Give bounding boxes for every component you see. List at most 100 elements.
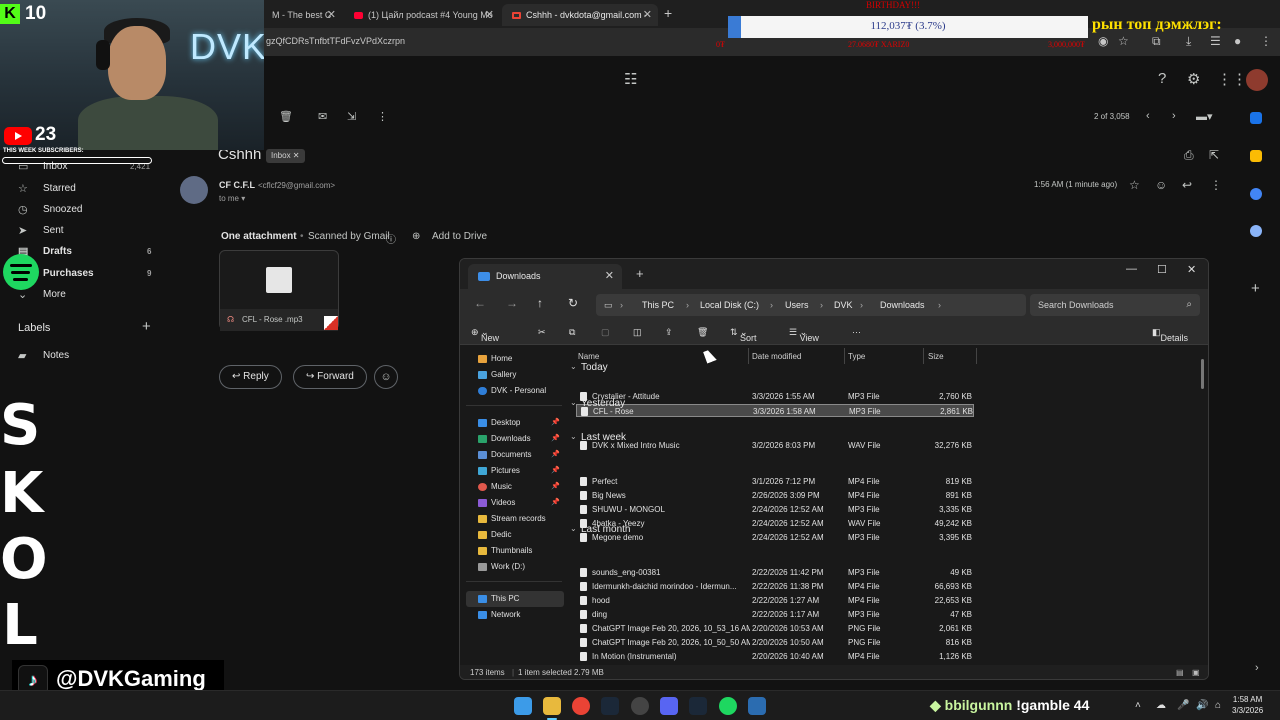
file-row[interactable]: DVK x Mixed Intro Music 3/2/2026 8:03 PM W… bbox=[576, 439, 974, 452]
crumb[interactable]: Local Disk (C:) bbox=[700, 294, 759, 316]
kebab-menu-icon[interactable]: ⋮ bbox=[1260, 34, 1272, 48]
star-icon[interactable]: ☆ bbox=[1118, 34, 1129, 48]
crumb[interactable]: DVK bbox=[834, 294, 853, 316]
input-tools-icon[interactable]: ▬▾ bbox=[1196, 110, 1213, 123]
nav-work-drive[interactable]: Work (D:) bbox=[466, 559, 564, 575]
forward-icon[interactable]: → bbox=[506, 296, 518, 310]
paste-icon[interactable]: ▢ bbox=[601, 327, 610, 338]
info-icon[interactable]: ⓘ bbox=[386, 231, 396, 246]
file-row[interactable]: Perfect 3/1/2026 7:12 PM MP4 File 819 KB bbox=[576, 475, 974, 488]
contacts-icon[interactable] bbox=[1250, 225, 1262, 237]
help-icon[interactable]: ? bbox=[1158, 70, 1166, 87]
chrome-icon[interactable] bbox=[572, 697, 590, 715]
file-row[interactable]: Big News 2/26/2026 3:09 PM MP4 File 891 KB bbox=[576, 489, 974, 502]
add-to-drive-icon[interactable]: ⊕ bbox=[412, 231, 420, 242]
older-icon[interactable]: › bbox=[1172, 110, 1176, 122]
forward-button[interactable]: ↪ Forward bbox=[293, 365, 367, 389]
new-tab-button[interactable]: + bbox=[636, 266, 644, 281]
emoji-react-button[interactable]: ☺ bbox=[374, 365, 398, 389]
up-icon[interactable]: ↑ bbox=[537, 296, 543, 310]
pin-icon[interactable]: 📌 bbox=[551, 479, 560, 495]
chevron-up-icon[interactable]: ˄ bbox=[1135, 700, 1141, 711]
inbox-label-chip[interactable]: Inbox ✕ bbox=[266, 149, 305, 163]
add-label-button[interactable]: + bbox=[142, 318, 151, 335]
nav-gallery[interactable]: Gallery bbox=[466, 367, 564, 383]
file-row[interactable]: In Motion (Instrumental) 2/20/2026 10:40 … bbox=[576, 650, 974, 663]
nav-dedic[interactable]: Dedic bbox=[466, 527, 564, 543]
tasks-icon[interactable] bbox=[1250, 188, 1262, 200]
emoji-icon[interactable]: ☺ bbox=[1155, 178, 1167, 192]
system-clock[interactable]: 1:58 AM 3/3/2026 bbox=[1232, 694, 1263, 716]
new-tab-button[interactable]: + bbox=[664, 5, 672, 21]
profile-icon[interactable]: ● bbox=[1234, 34, 1241, 48]
nav-pictures[interactable]: Pictures 📌 bbox=[466, 463, 564, 479]
reading-list-icon[interactable]: ☰ bbox=[1210, 34, 1221, 48]
column-header-size[interactable]: Size bbox=[928, 352, 944, 361]
nav-stream-records[interactable]: Stream records bbox=[466, 511, 564, 527]
tiles-view-icon[interactable]: ▣ bbox=[1192, 665, 1200, 679]
column-divider[interactable] bbox=[923, 348, 924, 364]
url-field[interactable]: gzQfCDRsTnfbtTFdFvzVPdXczrpn bbox=[266, 36, 405, 46]
add-addon-button[interactable]: + bbox=[1251, 280, 1260, 297]
attachment-card[interactable]: ☊ CFL - Rose .mp3 bbox=[219, 250, 339, 331]
minimize-icon[interactable]: — bbox=[1126, 263, 1137, 275]
close-icon[interactable]: ✕ bbox=[485, 4, 494, 26]
file-row[interactable]: hood 2/22/2026 1:27 AM MP4 File 22,653 KB bbox=[576, 594, 974, 607]
mic-icon[interactable]: 🎤 bbox=[1177, 700, 1189, 711]
steam-icon[interactable] bbox=[689, 697, 707, 715]
extensions-icon[interactable]: ⧉ bbox=[1152, 34, 1161, 49]
open-new-window-icon[interactable]: ⇱ bbox=[1209, 148, 1219, 162]
file-row[interactable]: Idermunkh-daichid morindoo - Idermun... 2… bbox=[576, 580, 974, 593]
details-view-icon[interactable]: ▤ bbox=[1176, 665, 1184, 679]
back-icon[interactable]: ← bbox=[474, 296, 486, 310]
scrollbar[interactable] bbox=[1201, 359, 1204, 389]
nav-thumbnails[interactable]: Thumbnails bbox=[466, 543, 564, 559]
app-icon[interactable] bbox=[748, 697, 766, 715]
close-icon[interactable]: ✕ bbox=[643, 4, 652, 26]
pin-icon[interactable]: 📌 bbox=[551, 431, 560, 447]
browser-tab-3[interactable]: Cshhh - dvkdota@gmail.com - ✕ bbox=[502, 4, 658, 26]
nav-this-pc[interactable]: This PC bbox=[466, 591, 564, 607]
pin-icon[interactable]: 📌 bbox=[551, 495, 560, 511]
nav-downloads[interactable]: Downloads 📌 bbox=[466, 431, 564, 447]
move-to-icon[interactable]: ⇲ bbox=[347, 110, 356, 123]
file-row[interactable]: SHUWU - MONGOL 2/24/2026 12:52 AM MP3 File… bbox=[576, 503, 974, 516]
print-icon[interactable]: ⎙ bbox=[1184, 148, 1194, 163]
mark-unread-icon[interactable]: ✉ bbox=[318, 110, 327, 123]
nav-home[interactable]: Home bbox=[466, 351, 564, 367]
column-divider[interactable] bbox=[748, 348, 749, 364]
crumb[interactable]: Users bbox=[785, 294, 809, 316]
share-icon[interactable]: ⇪ bbox=[665, 327, 673, 338]
recipient-details[interactable]: to me ▾ bbox=[219, 194, 245, 203]
more-icon[interactable]: ⋮ bbox=[1210, 178, 1222, 192]
refresh-icon[interactable]: ↻ bbox=[568, 296, 578, 310]
search-input[interactable]: Search Downloads ⌕ bbox=[1030, 294, 1200, 316]
file-row[interactable]: Crystalier - Attitude 3/3/2026 1:55 AM MP3… bbox=[576, 390, 974, 403]
keep-icon[interactable] bbox=[1250, 150, 1262, 162]
breadcrumb[interactable]: ▭ › This PC › Local Disk (C:) › Users › … bbox=[596, 294, 1026, 316]
pin-icon[interactable]: 📌 bbox=[551, 463, 560, 479]
star-icon[interactable]: ☆ bbox=[1129, 178, 1140, 192]
cut-icon[interactable]: ✂ bbox=[538, 327, 546, 338]
obs-icon[interactable] bbox=[631, 697, 649, 715]
add-to-drive-button[interactable]: Add to Drive bbox=[432, 231, 487, 242]
details-button[interactable]: ◧ Details bbox=[1152, 327, 1188, 343]
close-icon[interactable]: ✕ bbox=[327, 4, 336, 26]
column-header-date[interactable]: Date modified bbox=[752, 352, 801, 361]
gear-icon[interactable]: ⚙ bbox=[1187, 70, 1200, 88]
nav-onedrive[interactable]: DVK - Personal bbox=[466, 383, 564, 399]
browser-tab-2[interactable]: (1) Цайл podcast #4 Young Mo ✕ bbox=[344, 4, 500, 26]
network-icon[interactable]: ⌂ bbox=[1215, 700, 1221, 711]
column-header-name[interactable]: Name bbox=[578, 352, 599, 361]
file-row[interactable]: ChatGPT Image Feb 20, 2026, 10_53_16 AM 2… bbox=[576, 622, 974, 635]
maximize-icon[interactable]: ☐ bbox=[1157, 263, 1167, 276]
browser-tab-1[interactable]: M - The best C ✕ bbox=[262, 4, 342, 26]
close-window-icon[interactable]: ✕ bbox=[1187, 263, 1196, 276]
discord-icon[interactable] bbox=[660, 697, 678, 715]
nav-desktop[interactable]: Desktop 📌 bbox=[466, 415, 564, 431]
crumb[interactable]: Downloads bbox=[880, 294, 925, 316]
delete-icon[interactable]: 🗑 bbox=[279, 110, 293, 123]
explorer-tab[interactable]: Downloads ✕ bbox=[468, 264, 622, 289]
file-row[interactable]: 4batka - Yeezy 2/24/2026 12:52 AM WAV File… bbox=[576, 517, 974, 530]
volume-icon[interactable]: 🔊 bbox=[1196, 700, 1208, 711]
